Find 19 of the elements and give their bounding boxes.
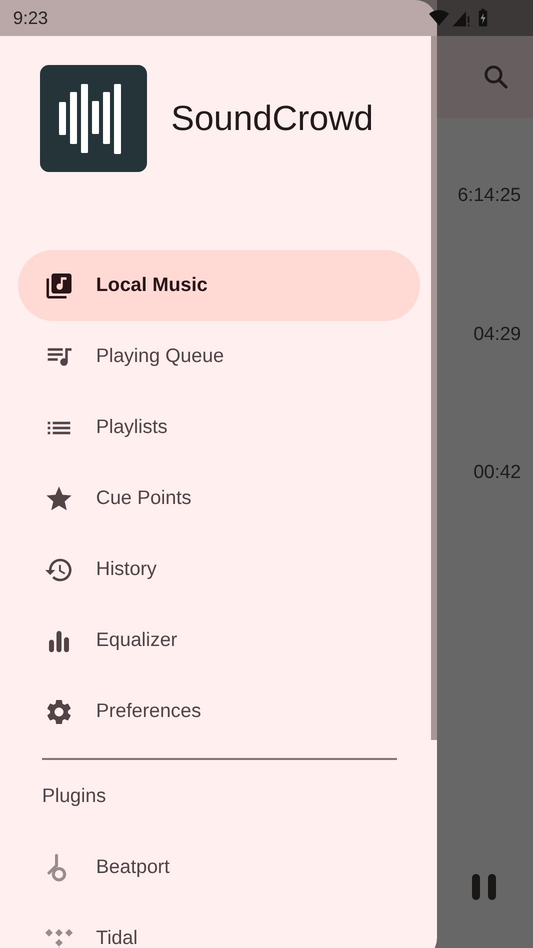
nav-item[interactable]: Cue Points — [18, 463, 420, 534]
nav-item[interactable]: History — [18, 534, 420, 605]
music-library-icon — [44, 270, 74, 300]
plugin-item[interactable]: Tidal — [18, 903, 420, 948]
status-time: 9:23 — [13, 8, 48, 28]
nav-item[interactable]: Equalizer — [18, 605, 420, 676]
nav-item[interactable]: Preferences — [18, 676, 420, 747]
track-duration: 00:42 — [473, 462, 521, 484]
pause-icon[interactable] — [469, 872, 499, 902]
app-title: SoundCrowd — [171, 98, 374, 138]
nav-item[interactable]: Local Music — [18, 250, 420, 321]
track-duration: 6:14:25 — [458, 185, 521, 208]
waveform-logo-icon — [40, 65, 147, 172]
section-header: Plugins — [42, 784, 106, 808]
nav-item[interactable]: Playlists — [18, 392, 420, 463]
plugin-item[interactable]: Beatport — [18, 832, 420, 903]
nav-item[interactable]: Playing Queue — [18, 321, 420, 392]
track-duration: 04:29 — [473, 324, 521, 346]
wifi-icon — [429, 8, 449, 28]
